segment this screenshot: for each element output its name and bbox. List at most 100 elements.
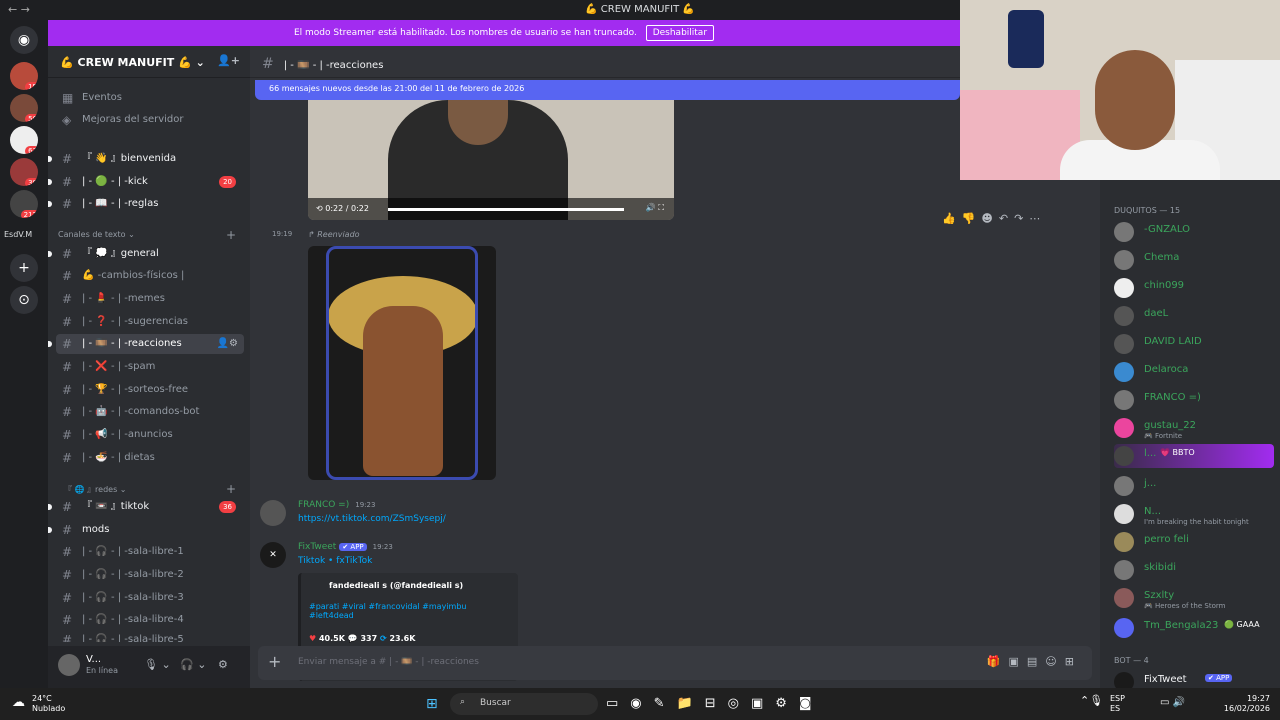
taskbar-apps[interactable]: ▭◉✎📁⊟◎▣⚙◙ bbox=[606, 696, 824, 711]
member-item[interactable]: chin099 bbox=[1114, 276, 1274, 300]
windows-start-icon[interactable]: ⊞ bbox=[426, 696, 442, 712]
channel-mods[interactable]: # mods bbox=[48, 520, 244, 540]
member-item[interactable]: Chema bbox=[1114, 248, 1274, 272]
embed-author[interactable]: fandedieali s (@fandedieali s) bbox=[329, 581, 510, 590]
composer-icons[interactable]: 🎁▣▤☺⊞ bbox=[987, 655, 1082, 668]
boost-icon: ◈ bbox=[62, 113, 72, 127]
network-volume-icon[interactable]: ▭ 🔊 bbox=[1160, 697, 1185, 708]
channel-memes[interactable]: # | - 💄 - | -memes bbox=[56, 289, 244, 309]
boost-item[interactable]: ◈ Mejoras del servidor bbox=[56, 110, 244, 130]
new-messages-bar[interactable]: 66 mensajes nuevos desde las 21:00 del 1… bbox=[255, 80, 960, 100]
voice-sala-1[interactable]: # | - 🎧 - | -sala-libre-1 bbox=[56, 542, 244, 562]
video-progress[interactable] bbox=[388, 208, 624, 211]
search-icon: ⌕ bbox=[460, 697, 466, 707]
heart-icon: ♥ bbox=[309, 634, 317, 643]
gear-icon[interactable]: ⚙ bbox=[218, 658, 228, 671]
member-group-header: BOT — 4 bbox=[1114, 656, 1149, 665]
channel-cambios[interactable]: # 💪 -cambios-físicos | bbox=[56, 266, 244, 286]
channel-sidebar: 💪 CREW MANUFIT 💪 ⌄ 👤+ ▦ Eventos ◈ Mejoras d… bbox=[48, 46, 250, 688]
message-body[interactable]: Tiktok • fxTikTok bbox=[298, 556, 372, 566]
server-icon[interactable]: 56 bbox=[10, 94, 38, 122]
taskbar: ☁ 24°C Nublado ⊞ ⌕ Buscar ▭◉✎📁⊟◎▣⚙◙ ⌃🎙 ESP ES… bbox=[0, 688, 1280, 720]
message-actions[interactable]: 👍👎☻↶↷⋯ bbox=[942, 212, 1082, 230]
discover-icon[interactable]: ⊙ bbox=[10, 286, 38, 314]
avatar[interactable] bbox=[58, 654, 80, 676]
category-text-channels[interactable]: Canales de texto ⌄ + bbox=[58, 228, 236, 242]
volume-icon[interactable]: 🔊 ⛶ bbox=[646, 203, 664, 213]
discord-home-icon[interactable]: ◉ bbox=[10, 26, 38, 54]
member-item[interactable]: -GNZALO bbox=[1114, 220, 1274, 244]
server-icon[interactable]: 30 bbox=[10, 158, 38, 186]
message-author[interactable]: FixTweet bbox=[298, 542, 336, 552]
category-redes[interactable]: 『 🌐 』redes ⌄ + bbox=[64, 482, 236, 496]
avatar[interactable] bbox=[260, 500, 286, 526]
member-item[interactable]: skibidi bbox=[1114, 558, 1274, 582]
channel-general[interactable]: # 『 💭 』general bbox=[48, 244, 244, 264]
member-group-header: DUQUITOS — 15 bbox=[1114, 206, 1181, 215]
channel-comandos[interactable]: # | - 🤖 - | -comandos-bot bbox=[56, 402, 244, 422]
clock[interactable]: 19:27 16/02/2026 bbox=[1220, 694, 1270, 714]
server-icon[interactable]: 15 bbox=[10, 62, 38, 90]
channel-header: # | - 🎞️ - | -reacciones bbox=[250, 46, 960, 78]
channel-anuncios[interactable]: # | - 📢 - | -anuncios bbox=[56, 425, 244, 445]
events-item[interactable]: ▦ Eventos bbox=[56, 88, 244, 108]
weather-widget[interactable]: ☁ 24°C Nublado bbox=[12, 694, 65, 714]
member-item[interactable]: Tm_Bengala23 🟢 GAAA bbox=[1114, 616, 1274, 640]
taskbar-search[interactable]: ⌕ Buscar bbox=[450, 693, 598, 715]
member-item[interactable]: gustau_22 🎮 Fortnite bbox=[1114, 416, 1274, 440]
voice-sala-2[interactable]: # | - 🎧 - | -sala-libre-2 bbox=[56, 565, 244, 585]
video-attachment[interactable]: ⟲ 0:22 / 0:22 🔊 ⛶ bbox=[308, 100, 674, 220]
channel-tiktok[interactable]: # 『 📼 』tiktok 36 bbox=[48, 497, 244, 517]
voice-sala-5[interactable]: # | - 🎧 - | -sala-libre-5 bbox=[56, 630, 244, 642]
video-controls[interactable]: ⟲ 0:22 / 0:22 🔊 ⛶ bbox=[308, 198, 674, 220]
tray-icons: ⌃🎙 bbox=[1080, 694, 1104, 707]
voice-sala-3[interactable]: # | - 🎧 - | -sala-libre-3 bbox=[56, 588, 244, 608]
member-item[interactable]: N... I'm breaking the habit tonight bbox=[1114, 502, 1274, 526]
member-item[interactable]: perro feli bbox=[1114, 530, 1274, 554]
message-input[interactable]: + Enviar mensaje a # | - 🎞️ - | -reaccio… bbox=[258, 646, 1092, 680]
channel-kick[interactable]: # | - 🟢 - | -kick 20 bbox=[48, 172, 244, 192]
tray-language[interactable]: ⌃🎙 ESP ES bbox=[1080, 694, 1125, 714]
cloud-icon: ☁ bbox=[12, 695, 25, 710]
share-icon: ⟳ bbox=[379, 634, 387, 643]
voice-sala-4[interactable]: # | - 🎧 - | -sala-libre-4 bbox=[56, 610, 244, 630]
member-item[interactable]: FRANCO =) bbox=[1114, 388, 1274, 412]
server-label: EsdV.M bbox=[4, 230, 33, 239]
message-author[interactable]: FRANCO =) bbox=[298, 500, 349, 510]
user-name: V... bbox=[86, 654, 102, 665]
member-item[interactable]: l... 💗 BBTO bbox=[1114, 444, 1274, 468]
channel-sorteos[interactable]: # | - 🏆 - | -sorteos-free bbox=[56, 380, 244, 400]
channel-reglas[interactable]: # | - 📖 - | -reglas bbox=[48, 194, 244, 214]
user-status: En línea bbox=[86, 666, 119, 675]
guild-header[interactable]: 💪 CREW MANUFIT 💪 ⌄ 👤+ bbox=[48, 46, 250, 78]
member-list: DUQUITOS — 15 -GNZALO Chema chin099 daeL… bbox=[1100, 180, 1280, 692]
microphone-icon[interactable]: 🎙 ⌄ bbox=[144, 658, 171, 671]
forwarded-video[interactable] bbox=[308, 246, 496, 480]
comment-icon: 💬 bbox=[347, 634, 358, 643]
channel-reacciones[interactable]: # | - 🎞️ - | -reacciones 👤⚙ bbox=[48, 334, 244, 354]
add-server-icon[interactable]: + bbox=[10, 254, 38, 282]
disable-streamer-button[interactable]: Deshabilitar bbox=[645, 25, 715, 41]
message-link[interactable]: https://vt.tiktok.com/ZSmSysepj/ bbox=[298, 514, 446, 524]
channel-spam[interactable]: # | - ❌ - | -spam bbox=[56, 357, 244, 377]
server-icon[interactable]: 63 bbox=[10, 126, 38, 154]
member-item[interactable]: daeL bbox=[1114, 304, 1274, 328]
member-item[interactable]: j... bbox=[1114, 474, 1274, 498]
member-item[interactable]: Delaroca bbox=[1114, 360, 1274, 384]
user-panel: V... En línea 🎙 ⌄ 🎧 ⌄ ⚙ bbox=[48, 646, 250, 688]
x-logo-icon[interactable]: ✕ bbox=[260, 542, 286, 568]
headphones-icon[interactable]: 🎧 ⌄ bbox=[180, 658, 206, 671]
channel-sugerencias[interactable]: # | - ❓ - | -sugerencias bbox=[56, 312, 244, 332]
invite-icon[interactable]: 👤+ bbox=[217, 54, 240, 67]
member-item[interactable]: DAVID LAID bbox=[1114, 332, 1274, 356]
calendar-icon: ▦ bbox=[62, 91, 74, 105]
channel-bienvenida[interactable]: # 『 👋 』bienvenida bbox=[48, 149, 244, 169]
embed-stats: ♥ 40.5K 💬 337 ⟳ 23.6K bbox=[309, 634, 416, 643]
settings-icon[interactable]: 👤⚙ bbox=[217, 334, 238, 354]
add-attachment-icon[interactable]: + bbox=[268, 652, 281, 671]
webcam-overlay bbox=[960, 0, 1280, 180]
embed-tags: #parati #viral #francovidal #mayimbu #le… bbox=[309, 602, 467, 620]
member-item[interactable]: Szxlty 🎮 Heroes of the Storm bbox=[1114, 586, 1274, 610]
channel-dietas[interactable]: # | - 🍜 - | dietas bbox=[56, 448, 244, 468]
server-icon[interactable]: 212 bbox=[10, 190, 38, 218]
